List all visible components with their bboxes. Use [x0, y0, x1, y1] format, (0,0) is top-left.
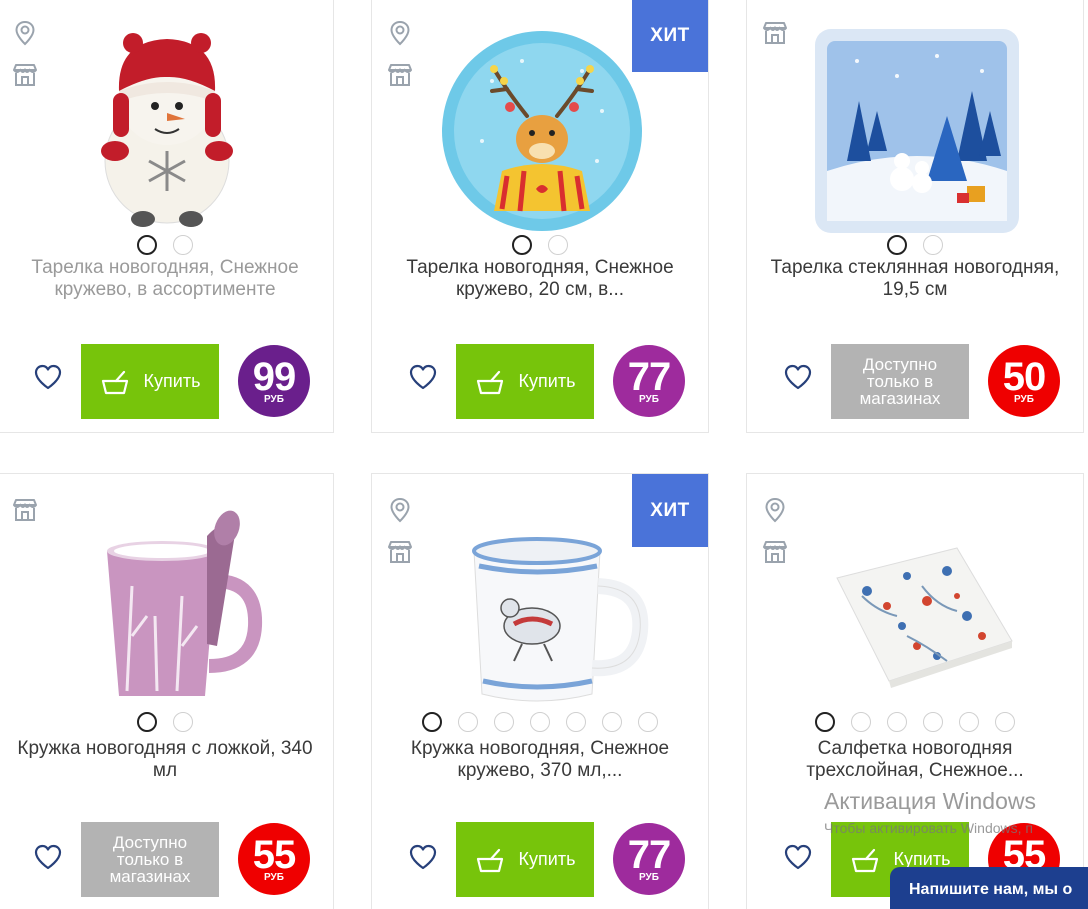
product-image[interactable] — [57, 496, 277, 711]
heart-icon[interactable] — [783, 363, 813, 391]
carousel-dot[interactable] — [494, 712, 514, 732]
product-title[interactable]: Тарелка новогодняя, Снежное кружево, 20 … — [392, 257, 688, 323]
price-value: 77 — [627, 832, 671, 877]
price-badge: 99 РУБ — [238, 345, 310, 417]
carousel-dot[interactable] — [458, 712, 478, 732]
buy-label: Купить — [143, 371, 201, 391]
price-currency: РУБ — [264, 871, 284, 883]
store-only-label: Доступно только в магазинах — [831, 344, 969, 419]
price-value: 99 — [252, 354, 296, 399]
price-value: 55 — [252, 832, 296, 877]
product-card: ХИТ Кружка новогодняя, Снежное кружево, … — [371, 473, 709, 909]
product-image[interactable] — [807, 496, 1027, 711]
heart-icon[interactable] — [33, 843, 63, 871]
location-pin-icon[interactable] — [386, 19, 414, 47]
location-pin-icon[interactable] — [386, 496, 414, 524]
chat-widget-button[interactable]: Напишите нам, мы о — [890, 867, 1088, 909]
price-badge: 77 РУБ — [613, 823, 685, 895]
buy-button[interactable]: Купить — [456, 344, 594, 419]
image-carousel-dots — [747, 235, 1083, 255]
product-image[interactable] — [432, 21, 652, 236]
carousel-dot[interactable] — [173, 235, 193, 255]
buy-label: Купить — [518, 849, 576, 869]
carousel-dot[interactable] — [137, 712, 157, 732]
carousel-dot[interactable] — [815, 712, 835, 732]
product-image[interactable] — [57, 21, 277, 236]
carousel-dot[interactable] — [995, 712, 1015, 732]
location-pin-icon[interactable] — [11, 19, 39, 47]
basket-icon — [850, 847, 880, 873]
buy-button[interactable]: Купить — [456, 822, 594, 897]
carousel-dot[interactable] — [530, 712, 550, 732]
image-carousel-dots — [747, 712, 1083, 732]
carousel-dot[interactable] — [602, 712, 622, 732]
carousel-dot[interactable] — [959, 712, 979, 732]
price-badge: 77 РУБ — [613, 345, 685, 417]
price-currency: РУБ — [264, 393, 284, 405]
image-carousel-dots — [372, 235, 708, 255]
carousel-dot[interactable] — [887, 712, 907, 732]
store-icon[interactable] — [761, 538, 789, 566]
store-icon[interactable] — [11, 61, 39, 89]
store-icon[interactable] — [11, 496, 39, 524]
basket-icon — [475, 369, 505, 395]
price-currency: РУБ — [639, 871, 659, 883]
carousel-dot[interactable] — [422, 712, 442, 732]
heart-icon[interactable] — [33, 363, 63, 391]
price-currency: РУБ — [639, 393, 659, 405]
image-carousel-dots — [0, 712, 333, 732]
carousel-dot[interactable] — [638, 712, 658, 732]
product-card: Салфетка новогодняя трехслойная, Снежное… — [746, 473, 1084, 909]
product-title[interactable]: Тарелка новогодняя, Снежное кружево, в а… — [17, 257, 313, 323]
location-pin-icon[interactable] — [761, 496, 789, 524]
product-title[interactable]: Тарелка стеклянная новогодняя, 19,5 см — [767, 257, 1063, 323]
heart-icon[interactable] — [783, 843, 813, 871]
store-icon[interactable] — [761, 19, 789, 47]
carousel-dot[interactable] — [566, 712, 586, 732]
product-card: Тарелка стеклянная новогодняя, 19,5 см Д… — [746, 0, 1084, 433]
product-card: ХИТ Тарелка новогодняя, Снежное кружево, — [371, 0, 709, 433]
basket-icon — [475, 847, 505, 873]
heart-icon[interactable] — [408, 363, 438, 391]
carousel-dot[interactable] — [137, 235, 157, 255]
store-icon[interactable] — [386, 61, 414, 89]
carousel-dot[interactable] — [512, 235, 532, 255]
product-image[interactable] — [807, 21, 1027, 236]
store-only-label: Доступно только в магазинах — [81, 822, 219, 897]
price-currency: РУБ — [1014, 393, 1034, 405]
price-value: 50 — [1002, 354, 1046, 399]
price-badge: 50 РУБ — [988, 345, 1060, 417]
product-title[interactable]: Кружка новогодняя, Снежное кружево, 370 … — [392, 738, 688, 804]
carousel-dot[interactable] — [923, 235, 943, 255]
carousel-dot[interactable] — [851, 712, 871, 732]
buy-button[interactable]: Купить — [81, 344, 219, 419]
product-title[interactable]: Кружка новогодняя с ложкой, 340 мл — [17, 738, 313, 804]
image-carousel-dots — [0, 235, 333, 255]
product-card: Кружка новогодняя с ложкой, 340 мл Досту… — [0, 473, 334, 909]
carousel-dot[interactable] — [173, 712, 193, 732]
image-carousel-dots — [372, 712, 708, 732]
price-badge: 55 РУБ — [238, 823, 310, 895]
product-card: Тарелка новогодняя, Снежное кружево, в а… — [0, 0, 334, 433]
product-image[interactable] — [432, 496, 652, 711]
buy-label: Купить — [518, 371, 576, 391]
heart-icon[interactable] — [408, 843, 438, 871]
carousel-dot[interactable] — [548, 235, 568, 255]
product-grid: Тарелка новогодняя, Снежное кружево, в а… — [0, 0, 1088, 909]
price-value: 77 — [627, 354, 671, 399]
carousel-dot[interactable] — [923, 712, 943, 732]
carousel-dot[interactable] — [887, 235, 907, 255]
product-title[interactable]: Салфетка новогодняя трехслойная, Снежное… — [767, 738, 1063, 804]
store-icon[interactable] — [386, 538, 414, 566]
basket-icon — [100, 369, 130, 395]
